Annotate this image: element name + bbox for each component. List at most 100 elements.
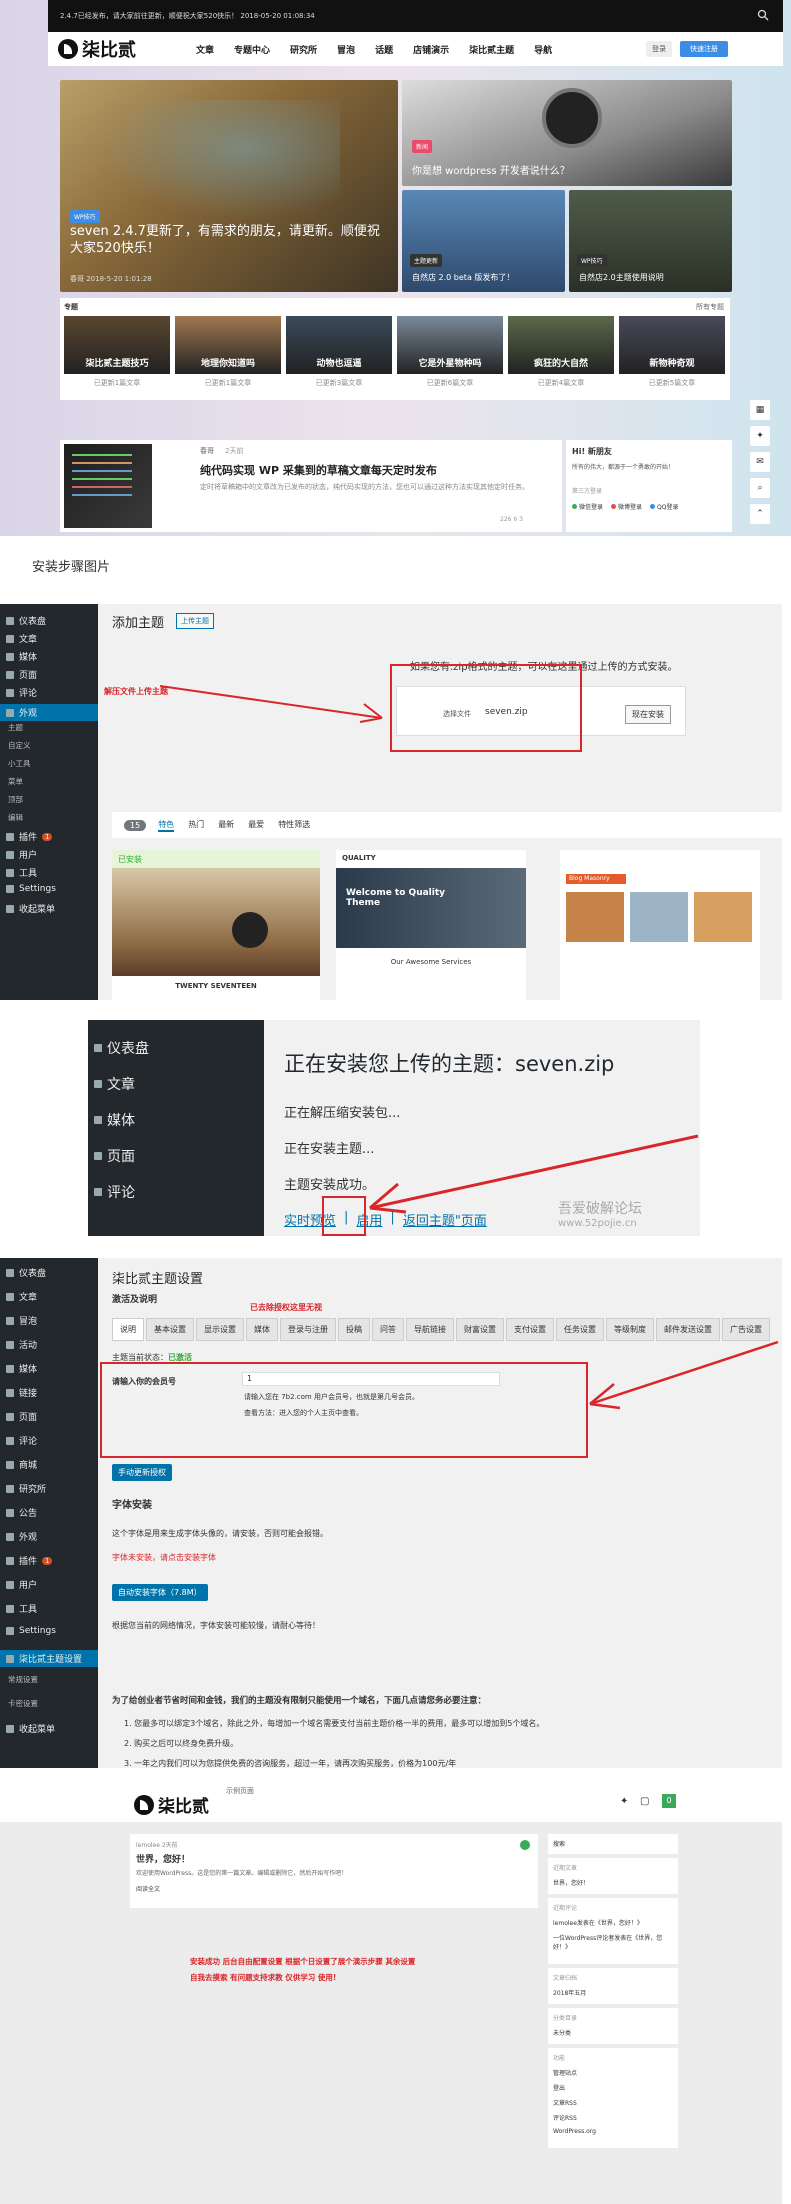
topic-name[interactable]: 新物种奇观 xyxy=(619,316,725,374)
widget-search[interactable]: 搜索 xyxy=(548,1834,678,1854)
settings-tab[interactable]: 媒体 xyxy=(246,1318,278,1341)
hero-bl-tag[interactable]: 主题更新 xyxy=(410,254,443,267)
settings-tab[interactable]: 投稿 xyxy=(338,1318,370,1341)
manual-update-button[interactable]: 手动更新授权 xyxy=(112,1464,172,1481)
search-icon[interactable] xyxy=(757,9,769,21)
login-option-1[interactable]: 微博登录 xyxy=(611,502,642,511)
topic-name[interactable]: 它是外星物种吗 xyxy=(397,316,503,374)
widget-recent-item[interactable]: 世界，您好！ xyxy=(553,1878,673,1887)
topic-card[interactable]: 柒比贰主题技巧 已更新1篇文章 xyxy=(64,316,170,392)
post-title[interactable]: 纯代码实现 WP 采集到的草稿文章每天定时发布 xyxy=(200,462,437,478)
nav-item-1[interactable]: 专题中心 xyxy=(234,43,270,56)
sidebar-item[interactable]: 评论 xyxy=(6,686,37,699)
sidebar-item[interactable]: 编辑 xyxy=(8,812,23,823)
register-button[interactable]: 快速注册 xyxy=(680,41,728,57)
filter-tab-1[interactable]: 热门 xyxy=(188,819,204,832)
widget-meta-link[interactable]: WordPress.org xyxy=(553,2128,673,2135)
topic-card[interactable]: 新物种奇观 已更新5篇文章 xyxy=(619,316,725,392)
sidebar-item[interactable]: Settings xyxy=(6,1626,56,1636)
sidebar-item[interactable]: 评论 xyxy=(94,1182,135,1202)
sidebar-item[interactable]: 仪表盘 xyxy=(6,1266,46,1279)
widget-comment-1[interactable]: lemolee发表在《世界，您好！》 xyxy=(553,1918,673,1927)
sidebar-item[interactable]: 外观 xyxy=(0,704,98,721)
settings-tab[interactable]: 登录与注册 xyxy=(280,1318,336,1341)
front-read-more[interactable]: 阅读全文 xyxy=(136,1884,160,1893)
sidebar-item[interactable]: 媒体 xyxy=(94,1110,135,1130)
sidebar-item[interactable]: 媒体 xyxy=(6,1362,37,1375)
hero-tr-title[interactable]: 你是想 wordpress 开发者说什么？ xyxy=(412,165,722,179)
topics-all-link[interactable]: 所有专题 xyxy=(696,302,724,312)
widget-meta-link[interactable]: 评论RSS xyxy=(553,2113,673,2122)
back-to-top-icon[interactable]: ⌃ xyxy=(750,504,770,524)
hero-bottom-right-card[interactable]: WP技巧 自然店2.0主题使用说明 xyxy=(569,190,732,292)
widget-meta-link[interactable]: 文章RSS xyxy=(553,2098,673,2107)
widget-archive-item[interactable]: 2018年五月 xyxy=(553,1988,673,1997)
front-post-title[interactable]: 世界，您好！ xyxy=(136,1852,190,1865)
front-notify-badge[interactable]: 0 xyxy=(662,1794,676,1808)
sidebar-item[interactable]: 收起菜单 xyxy=(6,902,55,915)
hero-tr-tag[interactable]: 新闻 xyxy=(412,140,433,153)
front-logo[interactable]: 柒比贰 xyxy=(134,1792,209,1817)
sidebar-item[interactable]: 工具 xyxy=(6,866,37,879)
widget-meta-link[interactable]: 登出 xyxy=(553,2083,673,2092)
settings-tab[interactable]: 显示设置 xyxy=(196,1318,244,1341)
front-bag-icon[interactable]: ▢ xyxy=(640,1796,649,1807)
nav-item-2[interactable]: 研究所 xyxy=(290,43,317,56)
widget-comment-2[interactable]: 一位WordPress评论者发表在《世界，您好！》 xyxy=(553,1933,673,1951)
settings-tab[interactable]: 导航链接 xyxy=(406,1318,454,1341)
filter-tab-0[interactable]: 特色 xyxy=(158,819,175,832)
hero-main-card[interactable]: WP技巧 seven 2.4.7更新了，有需求的朋友，请更新。顺便祝大家520快… xyxy=(60,80,398,292)
filter-tab-3[interactable]: 最爱 xyxy=(248,819,264,832)
sidebar-item[interactable]: 研究所 xyxy=(6,1482,46,1495)
sidebar-item[interactable]: 页面 xyxy=(6,668,37,681)
sidebar-item[interactable]: 小工具 xyxy=(8,758,31,769)
sidebar-item[interactable]: 卡密设置 xyxy=(8,1698,38,1709)
hero-br-tag[interactable]: WP技巧 xyxy=(577,254,607,267)
hero-br-title[interactable]: 自然店2.0主题使用说明 xyxy=(579,273,722,284)
grid-icon[interactable]: ▦ xyxy=(750,400,770,420)
bulb-icon[interactable]: ✦ xyxy=(750,426,770,446)
sidebar-item[interactable]: 顶部 xyxy=(8,794,23,805)
sidebar-item[interactable]: 外观 xyxy=(6,1530,37,1543)
nav-item-6[interactable]: 柒比贰主题 xyxy=(469,43,514,56)
front-bulb-icon[interactable]: ✦ xyxy=(620,1796,628,1807)
sidebar-item[interactable]: 工具 xyxy=(6,1602,37,1615)
sidebar-item[interactable]: 媒体 xyxy=(6,650,37,663)
topic-card[interactable]: 地理你知道吗 已更新1篇文章 xyxy=(175,316,281,392)
nav-item-4[interactable]: 话题 xyxy=(375,43,393,56)
settings-tab[interactable]: 支付设置 xyxy=(506,1318,554,1341)
sidebar-item[interactable]: 插件 1 xyxy=(6,830,53,843)
topic-name[interactable]: 动物也逗逼 xyxy=(286,316,392,374)
nav-item-0[interactable]: 文章 xyxy=(196,43,214,56)
sidebar-item[interactable]: 仪表盘 xyxy=(6,614,46,627)
settings-tab[interactable]: 问答 xyxy=(372,1318,404,1341)
sidebar-item[interactable]: 链接 xyxy=(6,1386,37,1399)
front-post-card[interactable]: lemolee 2天前 世界，您好！ 欢迎使用WordPress。这是您的第一篇… xyxy=(130,1834,538,1908)
login-button[interactable]: 登录 xyxy=(646,41,672,57)
sidebar-item[interactable]: 活动 xyxy=(6,1338,37,1351)
hero-top-right-card[interactable]: 新闻 你是想 wordpress 开发者说什么？ xyxy=(402,80,732,186)
sidebar-item[interactable]: 商城 xyxy=(6,1458,37,1471)
hero-main-title[interactable]: seven 2.4.7更新了，有需求的朋友，请更新。顺便祝大家520快乐！ xyxy=(70,223,388,258)
sidebar-item[interactable]: 柒比贰主题设置 xyxy=(0,1650,98,1667)
hero-bl-title[interactable]: 自然店 2.0 beta 版发布了！ xyxy=(412,273,555,284)
settings-tab[interactable]: 说明 xyxy=(112,1318,144,1341)
upload-theme-button[interactable]: 上传主题 xyxy=(176,613,214,629)
sidebar-item[interactable]: 收起菜单 xyxy=(6,1722,55,1735)
topic-name[interactable]: 柒比贰主题技巧 xyxy=(64,316,170,374)
post-author[interactable]: 春哥 xyxy=(200,446,214,456)
topic-name[interactable]: 疯狂的大自然 xyxy=(508,316,614,374)
front-nav-sample-page[interactable]: 示例页面 xyxy=(226,1786,254,1796)
nav-item-7[interactable]: 导航 xyxy=(534,43,552,56)
topic-name[interactable]: 地理你知道吗 xyxy=(175,316,281,374)
install-font-button[interactable]: 自动安装字体（7.8M） xyxy=(112,1584,208,1601)
widget-meta-link[interactable]: 管理站点 xyxy=(553,2068,673,2077)
hero-bottom-left-card[interactable]: 主题更新 自然店 2.0 beta 版发布了！ xyxy=(402,190,565,292)
widget-cat-item[interactable]: 未分类 xyxy=(553,2028,673,2037)
settings-tab[interactable]: 财富设置 xyxy=(456,1318,504,1341)
install-now-button[interactable]: 现在安装 xyxy=(625,705,671,724)
sidebar-item[interactable]: 插件 1 xyxy=(6,1554,53,1567)
sidebar-item[interactable]: 主题 xyxy=(8,722,23,733)
sidebar-item[interactable]: 用户 xyxy=(6,848,37,861)
site-logo[interactable]: 柒比贰 xyxy=(58,36,136,62)
